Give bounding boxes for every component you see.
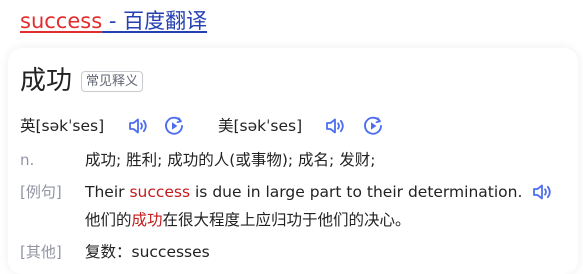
title-suffix[interactable]: - 百度翻译 [102, 9, 207, 33]
example-label: [例句] [20, 183, 62, 201]
speaker-icon[interactable] [324, 115, 346, 137]
example-zh-highlight: 成功 [131, 211, 163, 229]
example-zh-after: 在很大程度上应归功于他们的决心。 [162, 211, 411, 229]
example-en-before: Their [85, 183, 130, 201]
speaker-icon[interactable] [127, 115, 149, 137]
title-highlight[interactable]: success [20, 9, 102, 33]
headword: 成功 [20, 66, 73, 96]
part-of-speech: n. [20, 151, 35, 169]
result-title-link[interactable]: success - 百度翻译 [20, 6, 207, 36]
example-sentence-zh: 他们的成功在很大程度上应归功于他们的决心。 [85, 209, 411, 231]
us-pronunciation: 美[səkˈses] [218, 117, 303, 135]
speaker-icon[interactable] [531, 181, 553, 203]
other-label: [其他] [20, 243, 62, 261]
example-en-after: is due in large part to their determinat… [190, 183, 523, 201]
play-circle-icon[interactable] [163, 115, 185, 137]
example-sentence-en: Their success is due in large part to th… [85, 181, 522, 203]
play-circle-icon[interactable] [362, 115, 384, 137]
definition-text: 成功; 胜利; 成功的人(或事物); 成名; 发财; [85, 151, 376, 169]
example-zh-before: 他们的 [85, 211, 132, 229]
uk-pronunciation: 英[səkˈses] [20, 117, 105, 135]
plural-form: 复数：successes [85, 243, 210, 261]
example-en-highlight: success [129, 183, 191, 201]
common-meaning-tag: 常见释义 [81, 71, 144, 92]
